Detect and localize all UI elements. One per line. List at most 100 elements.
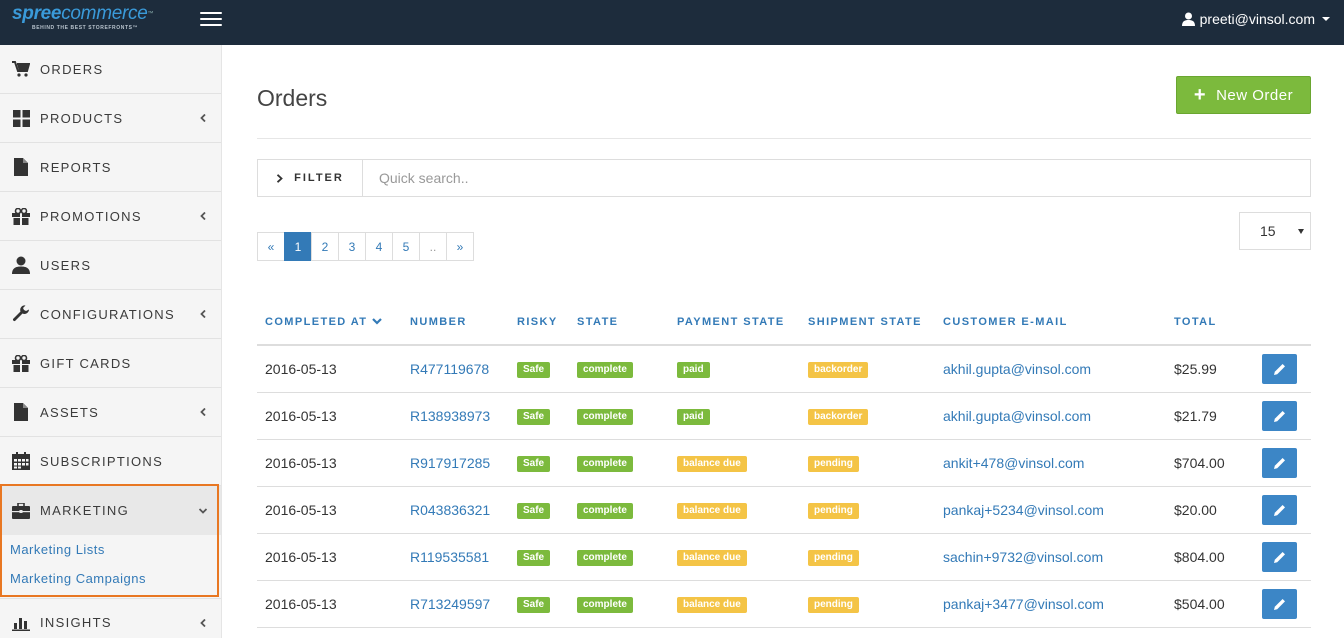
sidebar-item-configurations[interactable]: CONFIGURATIONS: [0, 290, 221, 339]
customer-email-link[interactable]: pankaj+5234@vinsol.com: [943, 502, 1104, 518]
payment-state-badge: paid: [677, 409, 710, 425]
sidebar-item-label: INSIGHTS: [40, 615, 112, 630]
risky-badge: Safe: [517, 550, 551, 566]
select-arrow-icon: [1298, 229, 1304, 234]
shipment-state-badge: pending: [808, 597, 859, 613]
payment-state-badge: balance due: [677, 503, 747, 519]
spree-logo[interactable]: spreecommerce™ BEHIND THE BEST STOREFRON…: [12, 4, 172, 38]
new-order-button[interactable]: + New Order: [1176, 76, 1311, 114]
user-email: preeti@vinsol.com: [1199, 11, 1315, 27]
per-page-select[interactable]: 15: [1239, 212, 1311, 250]
customer-email-link[interactable]: akhil.gupta@vinsol.com: [943, 408, 1091, 424]
filter-toggle-button[interactable]: FILTER: [258, 160, 363, 196]
sidebar-item-insights[interactable]: INSIGHTS: [0, 598, 221, 638]
calendar-icon: [11, 451, 31, 471]
caret-down-icon: [1322, 17, 1330, 21]
gift-icon: [11, 206, 31, 226]
customer-email-link[interactable]: pankaj+3477@vinsol.com: [943, 596, 1104, 612]
sidebar-item-label: SUBSCRIPTIONS: [40, 453, 164, 469]
edit-order-button[interactable]: [1262, 400, 1297, 431]
column-header-payment-state[interactable]: PAYMENT STATE: [669, 299, 800, 346]
filter-bar: FILTER: [257, 159, 1311, 197]
payment-state-badge: paid: [677, 362, 710, 379]
chevron-left-icon: [200, 310, 206, 318]
cell-completed-at: 2016-05-13: [257, 486, 402, 534]
edit-order-button[interactable]: [1262, 353, 1297, 384]
edit-order-button[interactable]: [1262, 447, 1297, 478]
main-content: Orders + New Order FILTER « 1 2 3 4 5 ..…: [222, 45, 1344, 638]
state-badge: complete: [577, 409, 633, 425]
page-5[interactable]: 5: [392, 232, 420, 261]
column-header-customer-email[interactable]: CUSTOMER E-MAIL: [935, 299, 1166, 346]
sidebar-item-products[interactable]: PRODUCTS: [0, 94, 221, 143]
sidebar-item-label: ORDERS: [40, 61, 104, 77]
sidebar-item-label: PROMOTIONS: [40, 208, 142, 224]
pencil-icon: [1273, 551, 1285, 563]
order-number-link[interactable]: R917917285: [410, 455, 490, 471]
column-header-number[interactable]: NUMBER: [402, 299, 509, 346]
cell-completed-at: 2016-05-13: [257, 345, 402, 393]
table-row: 2016-05-13 R138938973 Safe complete paid…: [257, 392, 1311, 440]
pencil-icon: [1273, 457, 1285, 469]
table-row: 2016-05-13 R119535581 Safe complete bala…: [257, 533, 1311, 581]
pencil-icon: [1273, 504, 1285, 516]
table-row: 2016-05-13 R917917285 Safe complete bala…: [257, 439, 1311, 487]
sort-desc-icon: [372, 318, 383, 325]
payment-state-badge: balance due: [677, 597, 747, 613]
order-number-link[interactable]: R138938973: [410, 408, 490, 424]
user-menu[interactable]: preeti@vinsol.com: [1181, 11, 1330, 27]
chevron-left-icon: [200, 212, 206, 220]
filter-label: FILTER: [294, 172, 344, 184]
page-prev[interactable]: «: [257, 232, 285, 261]
state-badge: complete: [577, 597, 633, 613]
customer-email-link[interactable]: ankit+478@vinsol.com: [943, 455, 1084, 471]
hamburger-menu-icon[interactable]: [200, 12, 222, 28]
page-ellipsis: ..: [419, 232, 447, 261]
shipment-state-badge: pending: [808, 456, 859, 472]
sidebar: ORDERS PRODUCTS REPORTS PROMOTIONS USERS…: [0, 45, 222, 638]
new-order-label: New Order: [1216, 86, 1294, 104]
page-next[interactable]: »: [446, 232, 474, 261]
user-icon: [11, 255, 31, 275]
cell-total: $21.79: [1166, 392, 1254, 440]
edit-order-button[interactable]: [1262, 541, 1297, 572]
gift-icon: [11, 353, 31, 373]
page-2[interactable]: 2: [311, 232, 339, 261]
column-header-actions: [1254, 299, 1311, 346]
logo-trademark: ™: [147, 11, 154, 17]
cell-completed-at: 2016-05-13: [257, 392, 402, 440]
quick-search-input[interactable]: [363, 160, 1310, 196]
sidebar-item-assets[interactable]: ASSETS: [0, 388, 221, 437]
risky-badge: Safe: [517, 409, 551, 425]
sidebar-item-promotions[interactable]: PROMOTIONS: [0, 192, 221, 241]
page-4[interactable]: 4: [365, 232, 393, 261]
sidebar-item-subscriptions[interactable]: SUBSCRIPTIONS: [0, 437, 221, 486]
page-title: Orders: [257, 85, 328, 111]
customer-email-link[interactable]: sachin+9732@vinsol.com: [943, 549, 1103, 565]
file-icon: [11, 402, 31, 422]
order-number-link[interactable]: R713249597: [410, 596, 490, 612]
sidebar-item-gift-cards[interactable]: GIFT CARDS: [0, 339, 221, 388]
customer-email-link[interactable]: akhil.gupta@vinsol.com: [943, 361, 1091, 377]
page-1[interactable]: 1: [284, 232, 312, 261]
column-header-risky[interactable]: RISKY: [509, 299, 569, 346]
order-number-link[interactable]: R477119678: [410, 361, 489, 377]
table-header-row: COMPLETED AT NUMBER RISKY STATE PAYMENT …: [257, 299, 1311, 346]
cart-icon: [11, 59, 31, 79]
sidebar-item-reports[interactable]: REPORTS: [0, 143, 221, 192]
order-number-link[interactable]: R043836321: [410, 502, 490, 518]
chevron-left-icon: [200, 618, 206, 627]
logo-word-commerce: commerce: [61, 3, 148, 24]
edit-order-button[interactable]: [1262, 588, 1297, 619]
column-header-state[interactable]: STATE: [569, 299, 669, 346]
sidebar-item-users[interactable]: USERS: [0, 241, 221, 290]
edit-order-button[interactable]: [1262, 494, 1297, 525]
column-header-shipment-state[interactable]: SHIPMENT STATE: [800, 299, 935, 346]
column-header-completed-at[interactable]: COMPLETED AT: [257, 299, 402, 346]
shipment-state-badge: backorder: [808, 409, 869, 425]
order-number-link[interactable]: R119535581: [410, 549, 489, 565]
state-badge: complete: [577, 503, 633, 519]
column-header-total[interactable]: TOTAL: [1166, 299, 1254, 346]
page-3[interactable]: 3: [338, 232, 366, 261]
sidebar-item-orders[interactable]: ORDERS: [0, 45, 221, 94]
